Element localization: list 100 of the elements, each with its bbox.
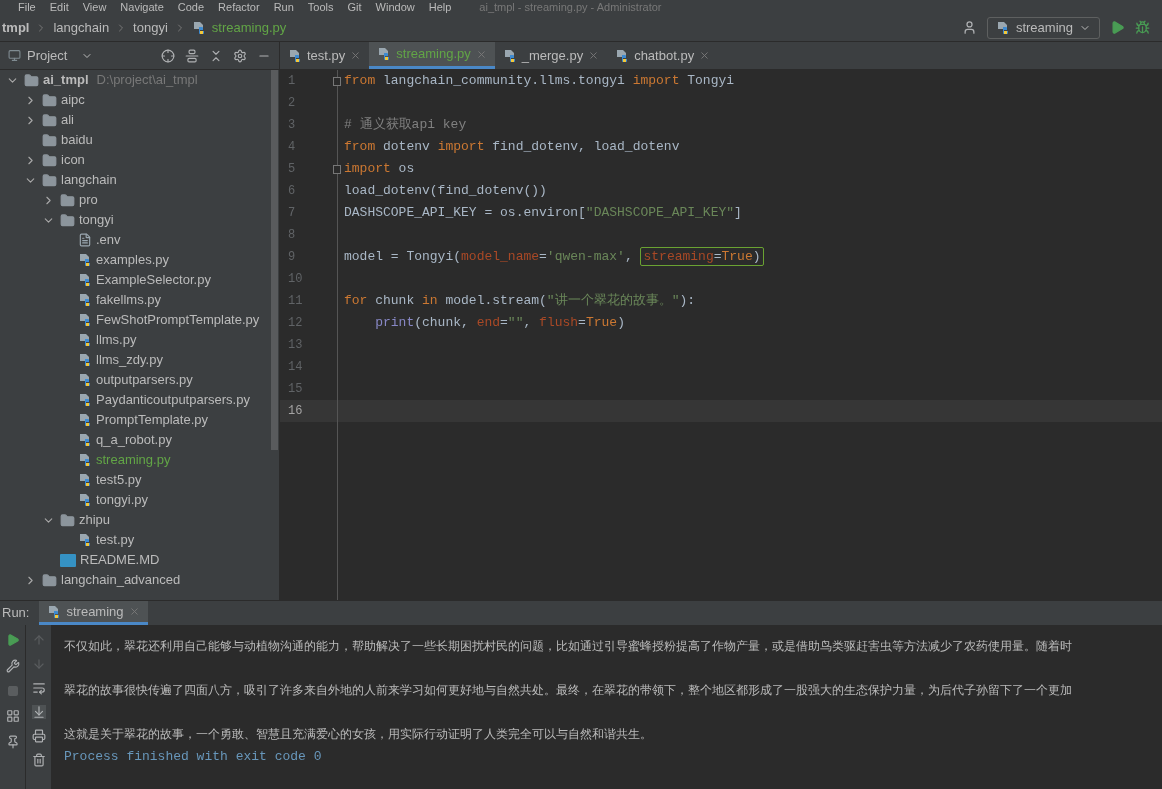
tree-item[interactable]: langchain	[0, 170, 271, 190]
markdown-file-icon	[60, 553, 76, 567]
python-icon	[995, 20, 1010, 35]
tree-item[interactable]: README.MD	[0, 550, 271, 570]
breadcrumb[interactable]: streaming.py	[211, 17, 287, 38]
tree-item[interactable]: llms_zdy.py	[0, 350, 271, 370]
bug-icon[interactable]	[1135, 20, 1150, 35]
text-file-icon	[78, 233, 92, 247]
settings-icon[interactable]	[233, 48, 247, 63]
menu-item[interactable]: Run	[273, 1, 294, 13]
breadcrumb[interactable]: langchain	[53, 17, 110, 38]
line-number: 5	[287, 161, 297, 178]
folder-icon	[42, 92, 57, 108]
folder-icon	[60, 512, 75, 528]
python-file-icon	[288, 48, 302, 63]
tree-item[interactable]: tongyi	[0, 210, 271, 230]
soft-wrap-icon[interactable]	[31, 681, 46, 695]
line-number: 4	[287, 139, 297, 156]
layout-icon[interactable]	[5, 709, 20, 723]
folder-icon	[60, 192, 75, 208]
breadcrumb[interactable]: tmpl	[2, 17, 30, 38]
line-number: 10	[287, 271, 304, 288]
tree-item[interactable]: Paydanticoutputparsers.py	[0, 390, 271, 410]
tree-item[interactable]: examples.py	[0, 250, 271, 270]
line-number: 13	[287, 337, 304, 354]
user-icon[interactable]	[961, 20, 977, 35]
python-file-icon	[78, 533, 92, 547]
editor-tab[interactable]: chatbot.py	[607, 42, 719, 69]
line-number: 11	[287, 293, 304, 310]
tree-item[interactable]: baidu	[0, 130, 271, 150]
pin-icon[interactable]	[5, 735, 20, 749]
scrollbar[interactable]	[271, 70, 278, 450]
python-file-icon	[47, 604, 62, 619]
tree-item[interactable]: ExampleSelector.py	[0, 270, 271, 290]
tree-item[interactable]: FewShotPromptTemplate.py	[0, 310, 271, 330]
line-number: 6	[287, 183, 297, 200]
print-icon[interactable]	[31, 729, 46, 743]
menu-item[interactable]: View	[82, 1, 107, 13]
editor-tab[interactable]: test.py	[280, 42, 370, 69]
menu-item[interactable]: Window	[375, 1, 415, 13]
python-file-icon	[78, 353, 92, 367]
line-number: 9	[287, 249, 297, 266]
tree-item[interactable]: test.py	[0, 530, 271, 550]
tree-item[interactable]: tongyi.py	[0, 490, 271, 510]
run-configuration-dropdown[interactable]: streaming	[986, 16, 1100, 39]
menu-item[interactable]: Help	[428, 1, 452, 13]
tree-item[interactable]: .env	[0, 230, 271, 250]
close-icon[interactable]	[699, 50, 711, 61]
collapse-all-icon[interactable]	[209, 48, 223, 63]
run-tab[interactable]: streaming	[39, 601, 148, 625]
tree-item[interactable]: llms.py	[0, 330, 271, 350]
tree-item[interactable]: zhipu	[0, 510, 271, 530]
code-line: from langchain_community.llms.tongyi import Tongyi	[343, 72, 735, 91]
python-file-icon	[78, 273, 92, 287]
locate-icon[interactable]	[161, 48, 175, 63]
menu-item[interactable]: Git	[347, 1, 362, 13]
menu-item[interactable]: Refactor	[218, 1, 260, 13]
tree-item[interactable]: q_a_robot.py	[0, 430, 271, 450]
code-line: from dotenv import find_dotenv, load_dotenv	[343, 138, 680, 157]
tree-item[interactable]: ai_tmpl D:\project\ai_tmpl	[0, 70, 271, 90]
python-file-icon	[78, 453, 92, 467]
wrench-icon[interactable]	[5, 659, 20, 673]
breadcrumb[interactable]: tongyi	[133, 17, 168, 38]
menu-item[interactable]: Navigate	[120, 1, 164, 13]
fold-marker-icon[interactable]	[333, 164, 341, 174]
menu-item[interactable]: File	[18, 1, 36, 13]
folder-icon	[42, 132, 57, 148]
tree-item[interactable]: outputparsers.py	[0, 370, 271, 390]
trash-icon[interactable]	[31, 753, 46, 767]
tree-item[interactable]: aipc	[0, 90, 271, 110]
folder-icon	[42, 172, 57, 188]
python-file-icon	[78, 373, 92, 387]
python-file-icon	[78, 493, 92, 507]
rerun-icon[interactable]	[5, 633, 20, 647]
python-file-icon	[78, 473, 92, 487]
tree-item[interactable]: PromptTemplate.py	[0, 410, 271, 430]
python-file-icon	[78, 413, 92, 427]
close-icon[interactable]	[588, 50, 600, 61]
tree-item[interactable]: fakellms.py	[0, 290, 271, 310]
menu-item[interactable]: Edit	[49, 1, 69, 13]
line-number: 3	[287, 117, 297, 134]
line-number: 14	[287, 359, 304, 376]
tree-item[interactable]: test5.py	[0, 470, 271, 490]
menu-item[interactable]: Tools	[307, 1, 334, 13]
line-number: 16	[287, 403, 304, 420]
scroll-to-end-icon[interactable]	[31, 705, 46, 719]
run-icon[interactable]	[1110, 20, 1125, 35]
fold-marker-icon[interactable]	[333, 76, 341, 86]
expand-all-icon[interactable]	[185, 48, 199, 63]
tree-item[interactable]: icon	[0, 150, 271, 170]
tree-item[interactable]: langchain_advanced	[0, 570, 271, 590]
project-view-dropdown[interactable]: Project	[8, 45, 94, 66]
close-icon[interactable]	[350, 50, 362, 61]
code-line: DASHSCOPE_API_KEY = os.environ["DASHSCOPE_API_KEY"]	[343, 204, 742, 223]
editor-tab[interactable]: _merge.py	[494, 42, 608, 69]
menu-item[interactable]: Code	[177, 1, 205, 13]
tree-item[interactable]: ali	[0, 110, 271, 130]
code-line: print(chunk, end="", flush=True)	[374, 314, 625, 333]
tree-item[interactable]: streaming.py	[0, 450, 271, 470]
tree-item[interactable]: pro	[0, 190, 271, 210]
